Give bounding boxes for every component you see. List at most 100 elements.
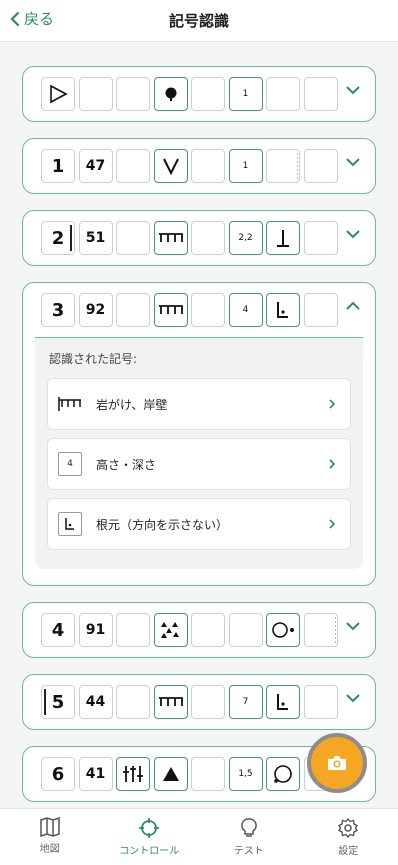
cell-empty[interactable]: [191, 685, 225, 719]
triangle-icon: [162, 767, 179, 781]
cell-feature-column[interactable]: [116, 757, 150, 791]
control-row-3-expanded[interactable]: 3 92 4 認識された記号: 岩がけ、岸壁 4 高さ・深さ 根元（方向を示さな…: [22, 282, 376, 586]
chevron-down-icon[interactable]: [345, 229, 361, 239]
control-code[interactable]: 51: [78, 221, 113, 255]
tab-label: コントロール: [119, 846, 180, 857]
cell-empty[interactable]: [303, 221, 338, 255]
cell-size[interactable]: 7: [228, 685, 263, 719]
recognized-symbols-panel: 認識された記号: 岩がけ、岸壁 4 高さ・深さ 根元（方向を示さない）: [35, 337, 363, 569]
control-row-2[interactable]: 2 51 2,2: [22, 210, 376, 266]
circle-icon: [274, 765, 292, 783]
chevron-left-icon: [10, 11, 20, 26]
cell-empty[interactable]: [78, 77, 113, 111]
vegetation-slider-icon: [123, 766, 143, 782]
cell-empty[interactable]: [116, 221, 150, 255]
cell-empty[interactable]: [303, 685, 338, 719]
cell-empty[interactable]: [116, 293, 150, 327]
foot-icon: [277, 230, 289, 247]
cell-position[interactable]: [266, 221, 300, 255]
back-button[interactable]: 戻る: [10, 8, 54, 29]
chevron-right-icon: [329, 519, 336, 529]
symbol-label: 岩がけ、岸壁: [96, 397, 168, 412]
cell-empty[interactable]: [191, 757, 225, 791]
tab-label: テスト: [233, 846, 264, 857]
control-row-5[interactable]: 5 44 7: [22, 674, 376, 730]
cell-feature[interactable]: [153, 77, 188, 111]
foot-icon: [58, 512, 82, 536]
start-triangle-icon: [50, 84, 68, 104]
cell-size[interactable]: 1: [228, 77, 263, 111]
cell-position[interactable]: [266, 293, 300, 327]
symbol-item-cliff[interactable]: 岩がけ、岸壁: [47, 378, 351, 430]
cliff-icon: [158, 305, 183, 314]
tab-map[interactable]: 地図: [0, 809, 100, 865]
cell-empty[interactable]: [116, 613, 150, 647]
cell-empty[interactable]: [303, 293, 338, 327]
cell-empty[interactable]: [191, 77, 225, 111]
chevron-down-icon[interactable]: [345, 85, 361, 95]
bottom-tab-bar: 地図 コントロール テスト 設定: [0, 808, 398, 865]
cell-size[interactable]: 2,2: [228, 221, 263, 255]
cell-size[interactable]: 4: [228, 293, 263, 327]
cell-empty[interactable]: [116, 685, 150, 719]
control-number[interactable]: 3: [41, 293, 75, 327]
cell-empty[interactable]: [191, 293, 225, 327]
tab-test[interactable]: テスト: [199, 809, 299, 865]
control-row-start[interactable]: 1: [22, 66, 376, 122]
control-code[interactable]: 47: [78, 149, 113, 183]
cell-empty[interactable]: [191, 149, 225, 183]
cell-feature[interactable]: [153, 613, 188, 647]
control-code[interactable]: 44: [78, 685, 113, 719]
chevron-up-icon[interactable]: [345, 301, 361, 311]
cell-empty[interactable]: [303, 613, 338, 647]
symbol-item-height[interactable]: 4 高さ・深さ: [47, 438, 351, 490]
cell-empty[interactable]: [116, 77, 150, 111]
tab-label: 地図: [39, 844, 60, 855]
cell-size[interactable]: 1: [228, 149, 263, 183]
cell-position[interactable]: [266, 757, 300, 791]
chevron-right-icon: [329, 399, 336, 409]
tab-label: 設定: [338, 846, 359, 857]
circle-dot-icon: [272, 622, 294, 638]
cell-empty[interactable]: [266, 77, 300, 111]
control-number[interactable]: 6: [41, 757, 75, 791]
control-code[interactable]: 41: [78, 757, 113, 791]
control-row-4[interactable]: 4 91: [22, 602, 376, 658]
camera-icon: [328, 756, 346, 770]
header: 戻る 記号認識: [0, 0, 398, 42]
tab-control[interactable]: コントロール: [100, 809, 200, 865]
cell-empty[interactable]: [303, 149, 338, 183]
control-row-1[interactable]: 1 47 1: [22, 138, 376, 194]
cell-feature[interactable]: [153, 685, 188, 719]
control-number[interactable]: 4: [41, 613, 75, 647]
chevron-down-icon[interactable]: [345, 621, 361, 631]
chevron-down-icon[interactable]: [345, 157, 361, 167]
cell-feature[interactable]: [153, 149, 188, 183]
cliff-icon: [58, 392, 82, 416]
cell-empty[interactable]: [303, 77, 338, 111]
chevron-down-icon[interactable]: [345, 693, 361, 703]
cell-size[interactable]: 1,5: [228, 757, 263, 791]
cell-empty[interactable]: [116, 149, 150, 183]
control-list[interactable]: 1 1 47 1 2 51 2,2 3 92 4 認識された記号: 岩がけ、岸壁…: [0, 42, 398, 808]
cell-empty[interactable]: [266, 149, 300, 183]
cell-feature[interactable]: [153, 293, 188, 327]
cell-position[interactable]: [266, 685, 300, 719]
tab-settings[interactable]: 設定: [299, 809, 398, 865]
cell-empty[interactable]: [228, 613, 263, 647]
control-number[interactable]: 1: [41, 149, 75, 183]
control-number[interactable]: 2: [41, 221, 75, 255]
control-code[interactable]: 91: [78, 613, 113, 647]
cell-empty[interactable]: [191, 613, 225, 647]
camera-button[interactable]: [307, 733, 367, 793]
control-number[interactable]: 5: [41, 685, 75, 719]
control-code[interactable]: 92: [78, 293, 113, 327]
cell-feature[interactable]: [153, 757, 188, 791]
cliff-icon: [158, 697, 183, 706]
foot-corner-icon: [277, 694, 288, 710]
symbol-item-foot[interactable]: 根元（方向を示さない）: [47, 498, 351, 550]
cell-position[interactable]: [266, 613, 300, 647]
cell-empty[interactable]: [191, 221, 225, 255]
cell-feature[interactable]: [153, 221, 188, 255]
start-triangle-cell[interactable]: [41, 77, 75, 111]
